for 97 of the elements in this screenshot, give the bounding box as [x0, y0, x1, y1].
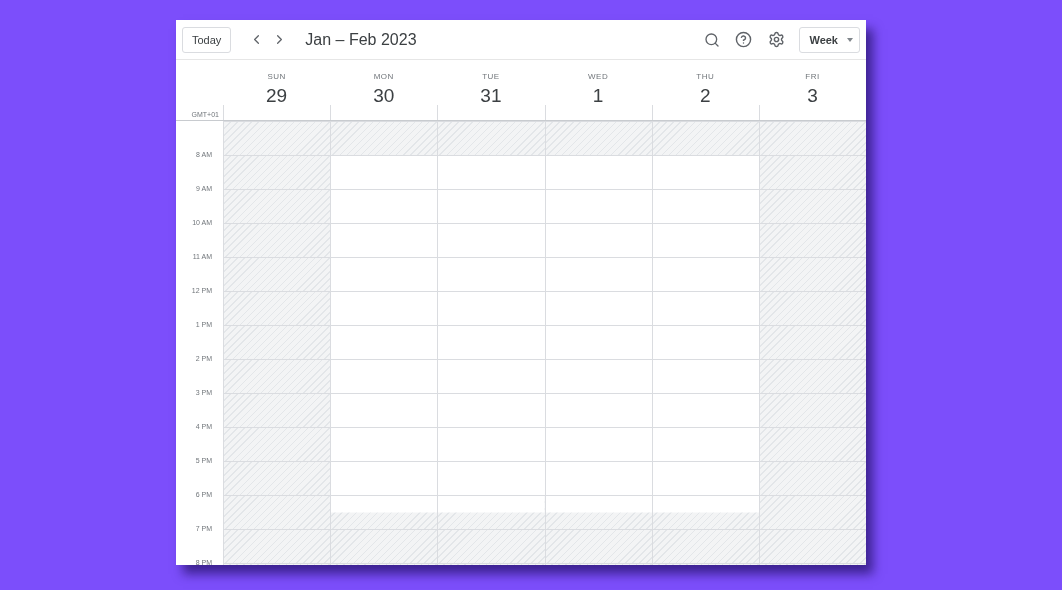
time-slot[interactable] [437, 393, 545, 427]
time-slot[interactable] [223, 427, 331, 461]
time-slot[interactable] [437, 359, 545, 393]
time-slot[interactable] [223, 189, 331, 223]
time-slot[interactable] [758, 155, 866, 189]
date-number[interactable]: 1 [592, 85, 604, 107]
time-slot[interactable] [437, 121, 545, 155]
date-number[interactable]: 30 [373, 85, 395, 107]
time-slot[interactable] [223, 155, 331, 189]
time-slot[interactable] [758, 461, 866, 495]
time-slot[interactable] [651, 325, 759, 359]
time-slot[interactable] [651, 189, 759, 223]
time-slot[interactable] [758, 325, 866, 359]
time-slot[interactable] [437, 291, 545, 325]
time-slot[interactable] [330, 257, 438, 291]
time-slot[interactable] [223, 223, 331, 257]
time-slot[interactable] [330, 325, 438, 359]
time-slot[interactable] [223, 359, 331, 393]
time-slot[interactable] [651, 393, 759, 427]
time-slot[interactable] [544, 155, 652, 189]
time-slot[interactable] [651, 495, 759, 529]
time-slot[interactable] [758, 529, 866, 563]
time-slot[interactable] [330, 393, 438, 427]
time-slot[interactable] [544, 325, 652, 359]
time-slot[interactable] [437, 189, 545, 223]
time-slot[interactable] [330, 495, 438, 529]
time-slot[interactable] [330, 155, 438, 189]
weekday-label: SUN [267, 72, 286, 81]
time-slot[interactable] [437, 427, 545, 461]
time-slot[interactable] [651, 529, 759, 563]
time-slot[interactable] [223, 461, 331, 495]
time-slot[interactable] [544, 461, 652, 495]
time-slot[interactable] [544, 529, 652, 563]
time-slot[interactable] [544, 257, 652, 291]
time-slot[interactable] [758, 427, 866, 461]
time-slot[interactable] [330, 529, 438, 563]
time-slot[interactable] [651, 121, 759, 155]
time-slot[interactable] [330, 121, 438, 155]
time-slot[interactable] [223, 495, 331, 529]
time-slot[interactable] [544, 189, 652, 223]
time-slot[interactable] [330, 223, 438, 257]
time-slot[interactable] [330, 427, 438, 461]
time-slot[interactable] [651, 257, 759, 291]
help-icon[interactable] [735, 31, 753, 48]
time-slot[interactable] [330, 461, 438, 495]
time-slot[interactable] [544, 359, 652, 393]
time-slot[interactable] [437, 155, 545, 189]
date-range-title: Jan – Feb 2023 [305, 30, 417, 49]
date-number[interactable]: 31 [480, 85, 502, 107]
time-slot[interactable] [758, 223, 866, 257]
time-slot[interactable] [223, 393, 331, 427]
time-slot[interactable] [437, 223, 545, 257]
caret-icon [847, 37, 853, 42]
date-number[interactable]: 3 [807, 85, 818, 107]
time-slot[interactable] [544, 121, 652, 155]
time-slot[interactable] [651, 155, 759, 189]
time-slot[interactable] [651, 223, 759, 257]
time-slot[interactable] [544, 427, 652, 461]
time-slot[interactable] [544, 223, 652, 257]
time-slot[interactable] [544, 495, 652, 529]
time-slot[interactable] [223, 257, 331, 291]
time-slot[interactable] [330, 189, 438, 223]
time-slot[interactable] [437, 325, 545, 359]
weekday-label: THU [696, 72, 715, 81]
time-slot[interactable] [758, 359, 866, 393]
time-slot[interactable] [223, 121, 331, 155]
weekday-label: FRI [805, 72, 820, 81]
time-slot[interactable] [544, 291, 652, 325]
settings-icon[interactable] [768, 31, 786, 48]
date-number[interactable]: 2 [700, 85, 711, 107]
time-slot[interactable] [651, 461, 759, 495]
time-slot[interactable] [758, 393, 866, 427]
view-select[interactable]: Week [799, 26, 860, 53]
weekday-label: WED [588, 72, 609, 81]
time-slot[interactable] [758, 495, 866, 529]
date-number[interactable]: 29 [266, 85, 288, 107]
time-slot[interactable] [437, 461, 545, 495]
time-slot[interactable] [437, 529, 545, 563]
weekday-label: TUE [482, 72, 500, 81]
time-slot[interactable] [330, 359, 438, 393]
time-slot[interactable] [651, 359, 759, 393]
time-slot[interactable] [651, 291, 759, 325]
time-slot[interactable] [330, 291, 438, 325]
weekday-label: MON [373, 72, 394, 81]
time-slot[interactable] [544, 393, 652, 427]
time-slot[interactable] [223, 529, 331, 563]
time-slot[interactable] [758, 189, 866, 223]
time-slot[interactable] [223, 325, 331, 359]
time-slot[interactable] [437, 257, 545, 291]
time-slot[interactable] [758, 121, 866, 155]
time-slot[interactable] [758, 291, 866, 325]
today-button[interactable]: Today [182, 26, 232, 53]
time-slot[interactable] [223, 291, 331, 325]
time-slot[interactable] [651, 427, 759, 461]
search-icon[interactable] [704, 31, 721, 48]
time-slot[interactable] [437, 495, 545, 529]
time-slot[interactable] [758, 257, 866, 291]
